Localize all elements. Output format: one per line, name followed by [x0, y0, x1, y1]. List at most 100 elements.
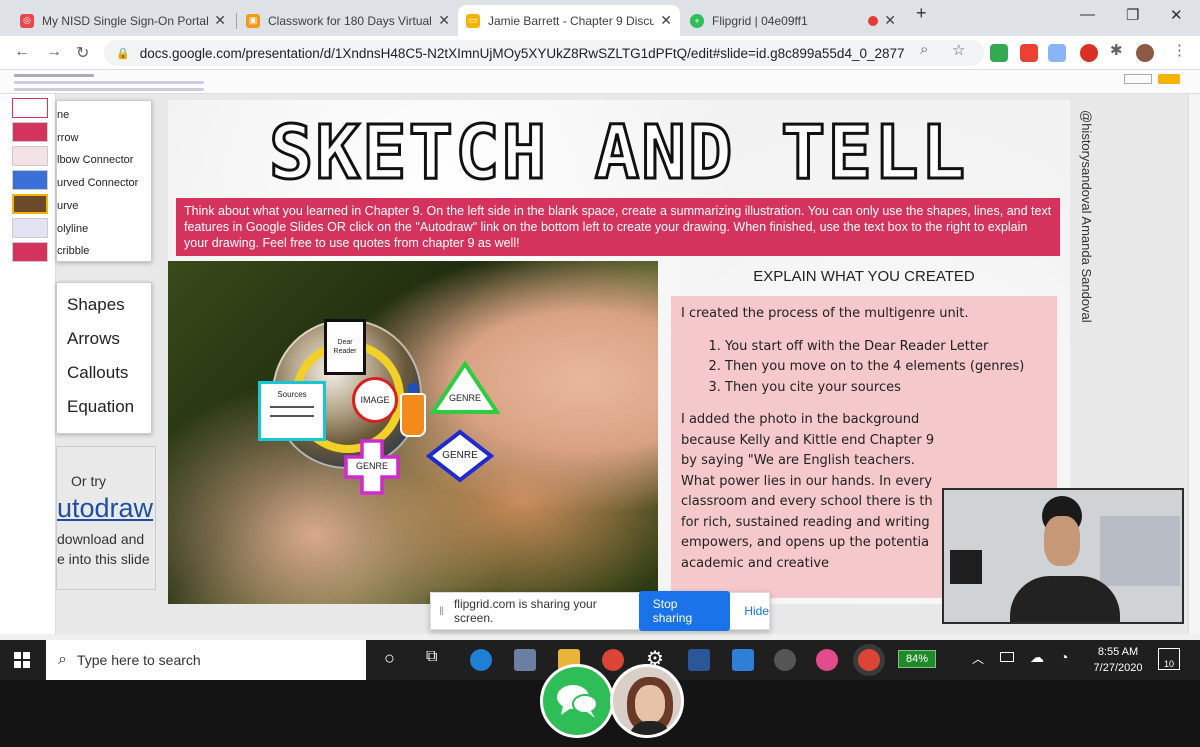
- onedrive-cloud-icon[interactable]: ☁: [1030, 649, 1044, 666]
- share-message: flipgrid.com is sharing your screen.: [453, 597, 597, 625]
- system-clock[interactable]: 8:55 AM 7/27/2020: [1088, 644, 1148, 676]
- edge-icon[interactable]: [470, 649, 492, 671]
- menu-item-callouts[interactable]: Callouts: [67, 363, 128, 383]
- cortana-icon[interactable]: ○: [384, 648, 395, 669]
- battery-icon[interactable]: [1000, 652, 1014, 662]
- back-arrow-icon[interactable]: ←: [14, 43, 30, 61]
- forward-arrow-icon[interactable]: →: [46, 43, 62, 61]
- autodraw-instruction: download and: [57, 531, 145, 547]
- chevron-up-icon[interactable]: ︿: [972, 650, 984, 667]
- background-photo[interactable]: Dear Reader Sources IMAGE GENRE GENRE GE…: [168, 261, 658, 604]
- genre-cross-label: GENRE: [355, 461, 388, 471]
- chat-button[interactable]: [540, 664, 614, 738]
- tab-flipgrid[interactable]: + Flipgrid | 04e09ff1 ✕: [682, 5, 904, 36]
- text-line: [270, 415, 314, 417]
- extension-icon[interactable]: [990, 44, 1008, 62]
- menu-item-equation[interactable]: Equation: [67, 397, 134, 417]
- menu-item-elbow-connector[interactable]: lbow Connector: [57, 154, 133, 166]
- word-icon[interactable]: [688, 649, 710, 671]
- tab-nisd-portal[interactable]: ◎ My NISD Single Sign-On Portal ✕: [12, 5, 234, 36]
- close-window-button[interactable]: ✕: [1170, 6, 1183, 24]
- slide-thumbnail-selected[interactable]: [12, 194, 48, 214]
- drag-handle-icon[interactable]: ‖: [439, 604, 444, 618]
- menu-item-polyline[interactable]: olyline: [57, 223, 88, 235]
- menu-item-scribble[interactable]: cribble: [57, 245, 89, 257]
- wifi-icon[interactable]: ◔: [1060, 649, 1068, 665]
- tab-title: Jamie Barrett - Chapter 9 Discuss: [488, 13, 655, 28]
- dear-reader-box[interactable]: Dear Reader: [324, 319, 366, 375]
- menu-item-arrows[interactable]: Arrows: [67, 329, 120, 349]
- autodraw-prompt: Or try: [71, 473, 106, 489]
- slides-favicon-icon: ▭: [466, 13, 480, 28]
- close-icon[interactable]: ✕: [660, 12, 672, 29]
- zoom-icon[interactable]: ⌕: [920, 41, 928, 58]
- menu-item-line[interactable]: ne: [57, 109, 69, 121]
- participant-avatar[interactable]: [610, 664, 684, 738]
- slide[interactable]: SKETCH AND TELL Think about what you lea…: [168, 100, 1070, 604]
- calculator-icon[interactable]: [514, 649, 536, 671]
- close-icon[interactable]: ✕: [884, 12, 896, 29]
- slide-thumbnail[interactable]: [12, 242, 48, 262]
- slide-thumbnail[interactable]: [12, 98, 48, 118]
- menu-item-curved-connector[interactable]: urved Connector: [57, 177, 138, 189]
- screen: ◎ My NISD Single Sign-On Portal ✕ ▣ Clas…: [0, 0, 1200, 747]
- restore-button[interactable]: ❐: [1126, 6, 1139, 24]
- extension-icon[interactable]: [1080, 44, 1098, 62]
- image-circle[interactable]: IMAGE: [352, 377, 398, 423]
- slide-filmstrip: [0, 94, 56, 634]
- minimize-button[interactable]: —: [1080, 6, 1095, 23]
- genre-triangle-label: GENRE: [448, 393, 481, 403]
- doc-title: [14, 74, 94, 77]
- calendar-icon[interactable]: [732, 649, 754, 671]
- wall-decor: [1100, 516, 1180, 586]
- taskbar-search[interactable]: ⌕ Type here to search: [46, 640, 366, 680]
- extension-icon[interactable]: [1020, 44, 1038, 62]
- windows-start-icon[interactable]: [14, 652, 30, 668]
- slide-thumbnail[interactable]: [12, 170, 48, 190]
- list-item: Then you move on to the 4 elements (genr…: [725, 357, 1047, 378]
- menu-kebab-icon[interactable]: ⋮: [1172, 41, 1187, 59]
- tab-classwork[interactable]: ▣ Classwork for 180 Days Virtual B ✕: [238, 5, 458, 36]
- itunes-icon[interactable]: [816, 649, 838, 671]
- puzzle-icon[interactable]: ✱: [1110, 41, 1123, 59]
- share-button[interactable]: [1158, 74, 1180, 84]
- reload-icon[interactable]: ↻: [76, 43, 89, 63]
- autodraw-link[interactable]: utodraw: [57, 493, 153, 524]
- lines-menu: ne rrow lbow Connector urved Connector u…: [56, 100, 152, 262]
- sources-box[interactable]: Sources: [258, 381, 326, 441]
- close-icon[interactable]: ✕: [438, 12, 450, 29]
- present-button[interactable]: [1124, 74, 1152, 84]
- profile-avatar[interactable]: [1136, 44, 1154, 62]
- vertical-scrollbar[interactable]: [1188, 94, 1200, 634]
- extension-icon[interactable]: [1048, 44, 1066, 62]
- notifications-icon[interactable]: 10: [1158, 648, 1180, 670]
- menu-item-shapes[interactable]: Shapes: [67, 295, 125, 315]
- battery-meter[interactable]: 84%: [898, 650, 936, 668]
- chrome-active-icon[interactable]: [858, 649, 880, 671]
- stop-sharing-button[interactable]: Stop sharing: [638, 591, 731, 631]
- explain-intro: I created the process of the multigenre …: [681, 306, 969, 321]
- task-view-icon[interactable]: ⧉: [426, 648, 437, 666]
- hide-button[interactable]: Hide: [744, 604, 769, 618]
- explain-header: EXPLAIN WHAT YOU CREATED: [753, 268, 975, 285]
- bookmark-star-icon[interactable]: ☆: [952, 41, 965, 59]
- tab-slides-active[interactable]: ▭ Jamie Barrett - Chapter 9 Discuss ✕: [458, 5, 680, 36]
- new-tab-button[interactable]: +: [916, 3, 927, 24]
- slide-thumbnail[interactable]: [12, 122, 48, 142]
- app-icon[interactable]: [774, 649, 796, 671]
- glue-bottle-icon: [400, 393, 426, 437]
- recording-indicator-icon: [868, 15, 879, 26]
- chat-bubbles-icon: [557, 685, 598, 718]
- instructions-banner[interactable]: Think about what you learned in Chapter …: [176, 198, 1060, 256]
- slide-thumbnail[interactable]: [12, 146, 48, 166]
- address-bar[interactable]: 🔒 docs.google.com/presentation/d/1XndnsH…: [104, 40, 984, 66]
- chrome-icon[interactable]: [602, 649, 624, 671]
- slide-thumbnail[interactable]: [12, 218, 48, 238]
- close-icon[interactable]: ✕: [214, 12, 226, 29]
- explain-steps: You start off with the Dear Reader Lette…: [725, 337, 1047, 399]
- person-shirt: [1010, 576, 1120, 622]
- genre-triangle[interactable]: [430, 361, 500, 415]
- explain-body: I added the photo in the background beca…: [681, 412, 935, 571]
- menu-item-arrow[interactable]: rrow: [57, 132, 78, 144]
- menu-item-curve[interactable]: urve: [57, 200, 78, 212]
